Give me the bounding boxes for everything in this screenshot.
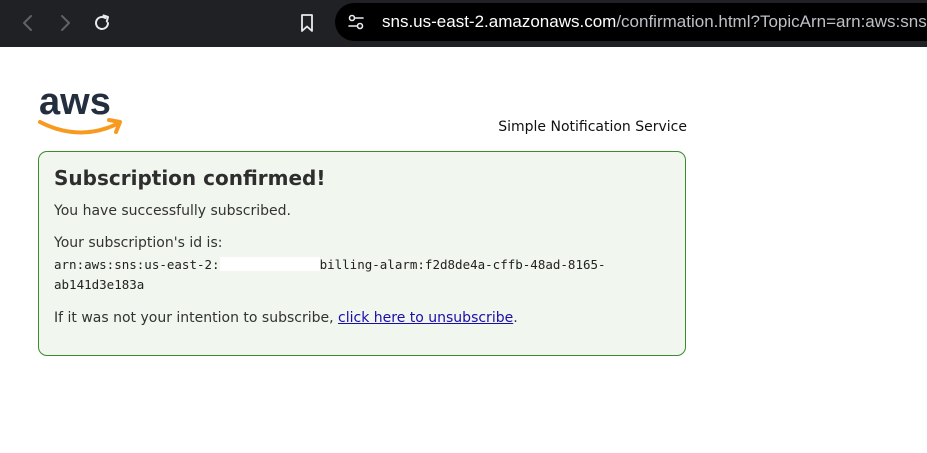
confirmation-panel: Subscription confirmed! You have success… xyxy=(38,151,686,356)
unsubscribe-link[interactable]: click here to unsubscribe xyxy=(338,310,513,326)
unsubscribe-notice: If it was not your intention to subscrib… xyxy=(54,310,518,326)
tune-icon xyxy=(348,14,364,30)
chevron-right-icon xyxy=(61,15,70,31)
svg-text:aws: aws xyxy=(39,84,111,123)
forward-button[interactable] xyxy=(50,9,80,37)
arn-prefix: arn:aws:sns:us-east-2: xyxy=(54,257,220,272)
redacted-account-id xyxy=(219,257,320,271)
chevron-left-icon xyxy=(23,15,32,31)
page-title: Subscription confirmed! xyxy=(54,166,326,190)
bookmark-button[interactable] xyxy=(292,9,322,37)
success-message: You have successfully subscribed. xyxy=(54,203,291,219)
unsubscribe-prefix: If it was not your intention to subscrib… xyxy=(54,310,339,326)
aws-logo: aws xyxy=(38,84,122,135)
url-text[interactable]: sns.us-east-2.amazonaws.com/confirmation… xyxy=(382,11,927,33)
subscription-id-label: Your subscription's id is: xyxy=(54,235,223,251)
url-path: /confirmation.html?TopicArn=arn:aws:sns:… xyxy=(616,12,927,31)
bookmark-icon xyxy=(301,14,313,32)
back-button[interactable] xyxy=(13,9,43,37)
site-info-button[interactable] xyxy=(343,9,369,35)
unsubscribe-suffix: . xyxy=(513,310,518,326)
address-bar[interactable]: sns.us-east-2.amazonaws.com/confirmation… xyxy=(335,3,927,41)
subscription-arn: arn:aws:sns:us-east-2: billing-alarm:f2d8… xyxy=(54,255,674,295)
url-host: sns.us-east-2.amazonaws.com xyxy=(382,12,617,31)
reload-button[interactable] xyxy=(87,9,117,37)
service-name: Simple Notification Service xyxy=(498,119,687,135)
browser-toolbar: sns.us-east-2.amazonaws.com/confirmation… xyxy=(0,0,927,47)
reload-icon xyxy=(95,14,109,30)
